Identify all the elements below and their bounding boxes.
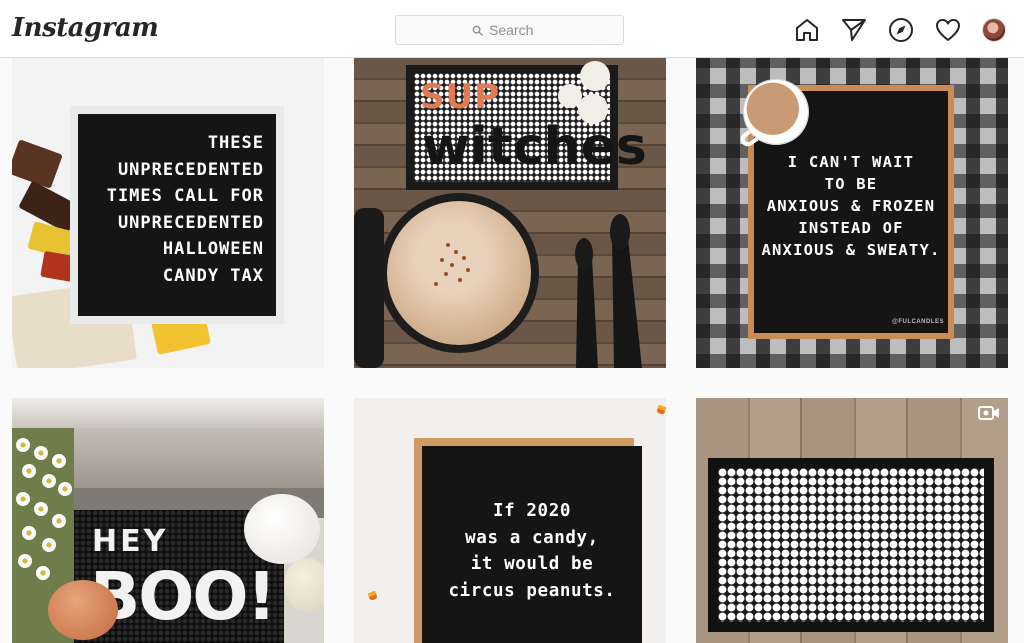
nav-icons bbox=[794, 17, 1014, 43]
search-icon bbox=[472, 25, 483, 36]
search-input[interactable] bbox=[489, 22, 547, 38]
coffee-cup bbox=[744, 80, 808, 144]
profile-avatar[interactable] bbox=[982, 18, 1006, 42]
post-grid: THESE UNPRECEDENTED TIMES CALL FOR UNPRE… bbox=[0, 58, 1024, 643]
top-nav-bar: Instagram bbox=[0, 0, 1024, 58]
home-icon[interactable] bbox=[794, 17, 820, 43]
activity-heart-icon[interactable] bbox=[935, 17, 961, 43]
post-thumbnail[interactable]: If 2020 was a candy, it would be circus … bbox=[354, 398, 666, 643]
post-thumbnail[interactable]: HEY BOO! bbox=[12, 398, 324, 643]
direct-send-icon[interactable] bbox=[841, 17, 867, 43]
post-thumbnail[interactable]: THESE UNPRECEDENTED TIMES CALL FOR UNPRE… bbox=[12, 58, 324, 368]
instagram-logo[interactable]: Instagram bbox=[12, 13, 159, 43]
letter-board: If 2020 was a candy, it would be circus … bbox=[414, 438, 642, 643]
post-thumbnail[interactable]: SUP witches bbox=[354, 58, 666, 368]
photo-credit: @FULCANDLES bbox=[891, 319, 944, 325]
doormat bbox=[708, 458, 994, 632]
video-camera-icon bbox=[978, 406, 999, 420]
search-box[interactable] bbox=[395, 15, 624, 45]
post-thumbnail[interactable]: I CAN'T WAIT TO BE ANXIOUS & FROZEN INST… bbox=[696, 58, 1008, 368]
letter-board: THESE UNPRECEDENTED TIMES CALL FOR UNPRE… bbox=[70, 106, 284, 324]
explore-compass-icon[interactable] bbox=[888, 17, 914, 43]
latte-cup bbox=[387, 201, 531, 345]
post-thumbnail-video[interactable] bbox=[696, 398, 1008, 643]
